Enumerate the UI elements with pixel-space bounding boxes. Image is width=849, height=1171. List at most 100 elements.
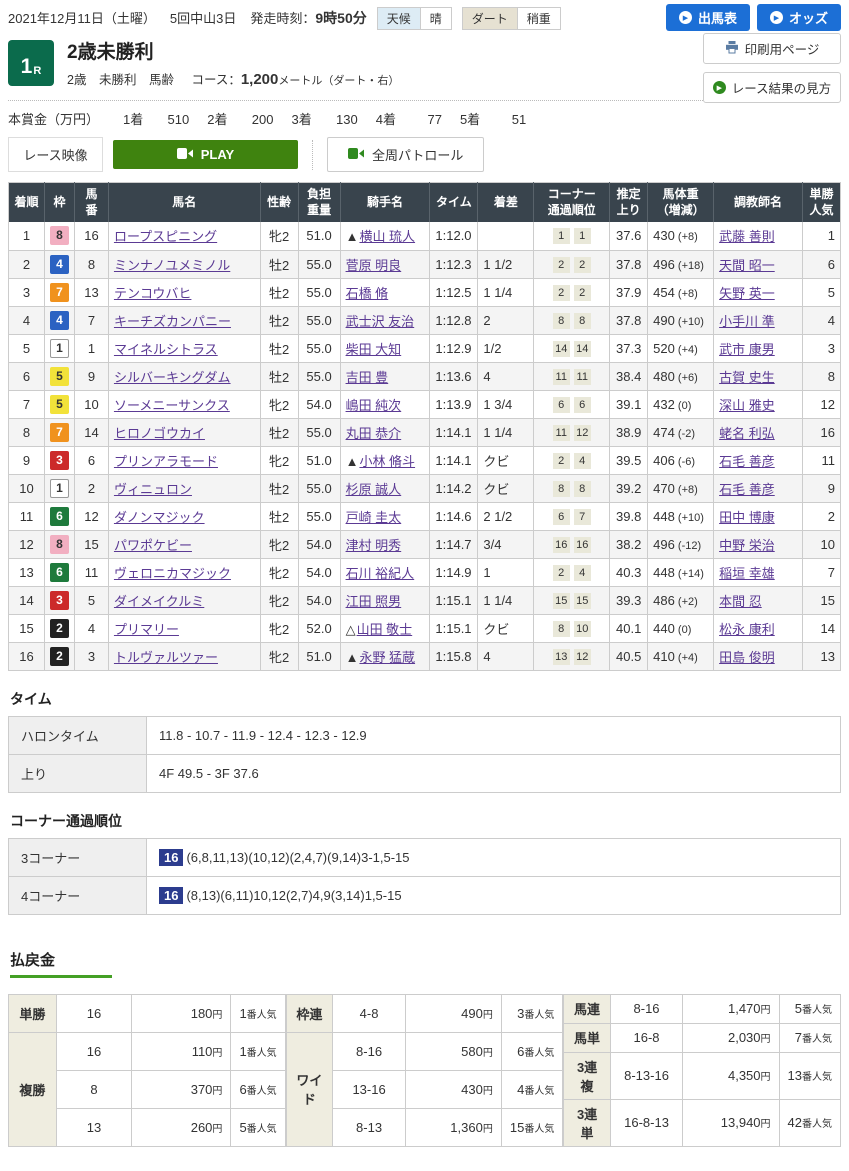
- horse-link[interactable]: ヴェロニカマジック: [114, 566, 231, 581]
- carried-weight: 54.0: [298, 558, 340, 586]
- horse-link[interactable]: プリンアラモード: [114, 454, 218, 469]
- print-page-button[interactable]: 印刷用ページ: [703, 33, 841, 64]
- horse-link[interactable]: ソーメニーサンクス: [114, 398, 230, 413]
- horse-link[interactable]: ヴィニュロン: [114, 482, 192, 497]
- horse-link[interactable]: プリマリー: [114, 622, 179, 637]
- horse-link[interactable]: テンコウバヒ: [114, 286, 191, 301]
- patrol-video-button[interactable]: 全周パトロール: [327, 137, 484, 172]
- trainer-link[interactable]: 石毛 善彦: [719, 482, 775, 497]
- trainer-link[interactable]: 天間 昭一: [719, 258, 775, 273]
- yen-suffix: 円: [212, 1010, 222, 1021]
- horse-name-cell: テンコウバヒ: [108, 278, 260, 306]
- result-guide-button[interactable]: ▶ レース結果の見方: [703, 72, 841, 103]
- odds-button[interactable]: ▶ オッズ: [757, 4, 841, 31]
- win-favorite-rank: 4: [802, 306, 840, 334]
- payout-amount: 430円: [405, 1070, 501, 1108]
- jockey-link[interactable]: 石橋 脩: [346, 286, 389, 301]
- jockey-link[interactable]: 杉原 誠人: [346, 482, 402, 497]
- jockey-link[interactable]: 山田 敬士: [357, 622, 413, 637]
- margin: 1 1/2: [478, 250, 534, 278]
- horse-link[interactable]: マイネルシトラス: [114, 342, 218, 357]
- trainer-link[interactable]: 深山 雅史: [719, 398, 775, 413]
- trainer-link[interactable]: 田島 俊明: [719, 650, 775, 665]
- payout-amount: 180円: [132, 994, 231, 1032]
- payout-favorite-value: 1: [239, 1006, 246, 1021]
- jockey-link[interactable]: 石川 裕紀人: [346, 566, 415, 581]
- play-button[interactable]: PLAY: [113, 140, 298, 169]
- payout-favorite-value: 42: [788, 1115, 802, 1130]
- win-favorite-rank: 11: [802, 446, 840, 474]
- finish-position: 2: [9, 250, 45, 278]
- horse-name-cell: プリマリー: [108, 614, 260, 642]
- horse-link[interactable]: パワポケビー: [114, 538, 192, 553]
- trainer-link[interactable]: 小手川 準: [719, 314, 775, 329]
- horse-weight-diff: (+10): [675, 316, 704, 328]
- horse-weight-diff: (-6): [675, 456, 695, 468]
- payout-combination: 13: [56, 1108, 131, 1146]
- trainer-link[interactable]: 古賀 史生: [719, 370, 775, 385]
- horse-link[interactable]: ミンナノユメミノル: [114, 258, 230, 273]
- finish-position: 12: [9, 530, 45, 558]
- table-row: 1816ロープスピニング牝251.0▲横山 琉人1:12.01137.6430 …: [9, 222, 841, 250]
- payout-bet-type: 複勝: [9, 1032, 57, 1146]
- sex-age: 牝2: [260, 586, 298, 614]
- trainer-cell: 矢野 英一: [714, 278, 803, 306]
- win-favorite-rank: 16: [802, 418, 840, 446]
- corner-position-badge: 2: [553, 257, 570, 273]
- jockey-link[interactable]: 津村 明秀: [346, 538, 402, 553]
- carried-weight: 52.0: [298, 614, 340, 642]
- race-video-button[interactable]: レース映像: [8, 137, 103, 172]
- jockey-link[interactable]: 戸崎 圭太: [346, 510, 402, 525]
- jockey-link[interactable]: 吉田 豊: [346, 370, 389, 385]
- trainer-link[interactable]: 田中 博康: [719, 510, 775, 525]
- frame-cell: 5: [44, 362, 74, 390]
- horse-weight: 440: [653, 621, 675, 636]
- favorite-suffix: 番人気: [524, 1086, 554, 1097]
- corner-position-badge: 4: [574, 565, 591, 581]
- trainer-link[interactable]: 矢野 英一: [719, 286, 775, 301]
- horse-link[interactable]: ヒロノゴウカイ: [114, 426, 205, 441]
- trainer-link[interactable]: 蛯名 利弘: [719, 426, 775, 441]
- jockey-link[interactable]: 江田 照男: [346, 594, 402, 609]
- prize-rank: 2着: [207, 112, 227, 127]
- trainer-link[interactable]: 武市 康男: [719, 342, 775, 357]
- trainer-link[interactable]: 武藤 善則: [719, 229, 775, 244]
- jockey-link[interactable]: 柴田 大知: [346, 342, 402, 357]
- corner-order-text: (6,8,11,13)(10,12)(2,4,7)(9,14)3-1,5-15: [186, 850, 409, 865]
- finish-position: 4: [9, 306, 45, 334]
- horse-link[interactable]: シルバーキングダム: [114, 370, 231, 385]
- top-action-buttons: ▶ 出馬表 ▶ オッズ: [666, 4, 841, 31]
- jockey-cell: 石橋 脩: [340, 278, 430, 306]
- entries-button[interactable]: ▶ 出馬表: [666, 4, 750, 31]
- trainer-link[interactable]: 石毛 善彦: [719, 454, 775, 469]
- jockey-link[interactable]: 菅原 明良: [346, 258, 402, 273]
- jockey-link[interactable]: 小林 脩斗: [359, 454, 415, 469]
- jockey-link[interactable]: 嶋田 純次: [346, 398, 402, 413]
- trainer-cell: 武藤 善則: [714, 222, 803, 250]
- jockey-link[interactable]: 永野 猛蔵: [359, 650, 415, 665]
- trainer-link[interactable]: 本間 忍: [719, 594, 762, 609]
- jockey-link[interactable]: 武士沢 友治: [346, 314, 415, 329]
- weather-value: 晴: [420, 8, 451, 29]
- favorite-suffix: 番人気: [802, 1034, 832, 1045]
- corner-positions: 1312: [534, 642, 610, 670]
- trainer-link[interactable]: 中野 栄治: [719, 538, 775, 553]
- horse-link[interactable]: ダイメイクルミ: [114, 594, 204, 609]
- jockey-link[interactable]: 横山 琉人: [359, 229, 415, 244]
- trainer-link[interactable]: 稲垣 幸雄: [719, 566, 775, 581]
- horse-weight: 520: [653, 341, 675, 356]
- finish-position: 10: [9, 474, 45, 502]
- margin: 1/2: [478, 334, 534, 362]
- frame-number-badge: 2: [50, 619, 69, 638]
- corner-position-badge: 6: [553, 509, 570, 525]
- horse-link[interactable]: ロープスピニング: [114, 229, 217, 244]
- trainer-link[interactable]: 松永 康利: [719, 622, 775, 637]
- carried-weight: 54.0: [298, 586, 340, 614]
- jockey-link[interactable]: 丸田 恭介: [346, 426, 402, 441]
- horse-link[interactable]: ダノンマジック: [114, 510, 205, 525]
- horse-link[interactable]: キーチズカンパニー: [114, 314, 231, 329]
- payout-combination: 8-16: [333, 1032, 406, 1070]
- horse-weight-diff: (-2): [675, 428, 695, 440]
- horse-name-cell: ダイメイクルミ: [108, 586, 260, 614]
- horse-link[interactable]: トルヴァルツァー: [114, 650, 218, 665]
